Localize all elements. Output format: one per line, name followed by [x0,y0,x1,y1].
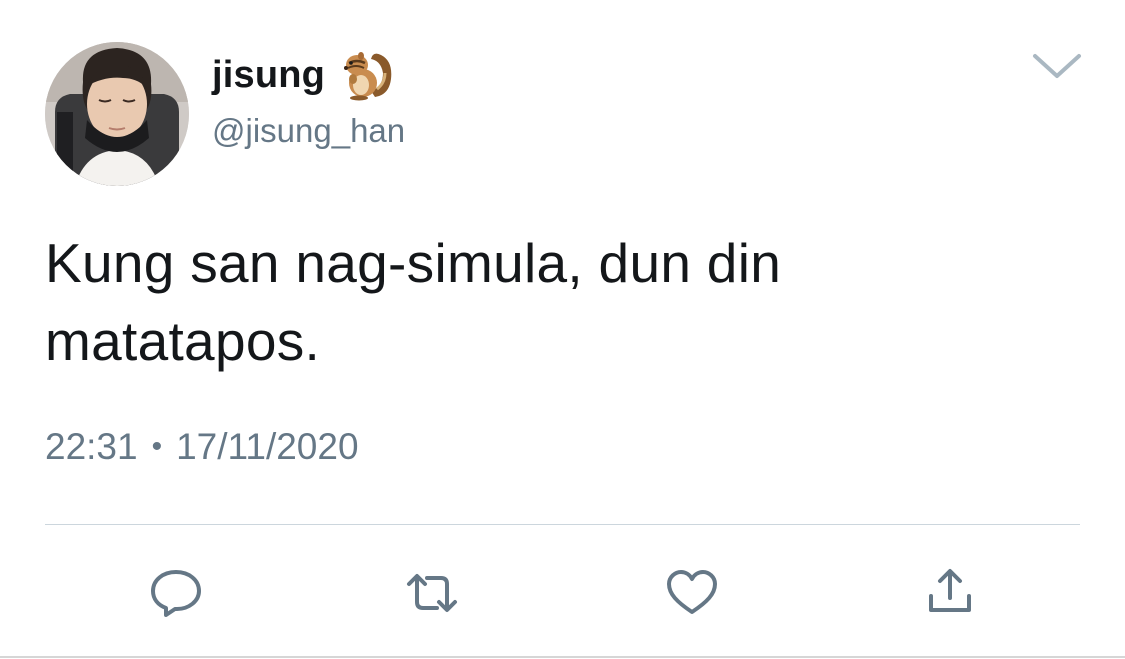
chipmunk-emoji-icon [337,49,395,101]
user-handle[interactable]: @jisung_han [212,112,405,150]
tweet-date: 17/11/2020 [176,426,359,467]
speech-bubble-icon [151,570,201,617]
tweet-timestamp[interactable]: 22:31 • 17/11/2020 [45,426,359,468]
avatar-photo [45,42,189,186]
tweet-card: jisung @jisung_han Kung san nag-simula, … [0,0,1125,659]
display-name-row: jisung [212,49,395,101]
heart-icon [667,570,717,614]
tweet-text-line: matatapos. [45,310,321,372]
bottom-divider [0,656,1125,658]
timestamp-separator: • [151,430,163,463]
retweet-arrows-icon [407,574,457,612]
avatar[interactable] [45,42,189,186]
retweet-button[interactable] [405,568,459,618]
reply-button[interactable] [149,568,203,618]
chevron-down-icon[interactable] [1031,50,1083,82]
tweet-text-line: Kung san nag-simula, dun din [45,232,782,294]
share-button[interactable] [923,568,977,618]
tweet-text: Kung san nag-simula, dun din matatapos. [45,224,1045,380]
like-button[interactable] [665,568,719,618]
tweet-time: 22:31 [45,426,138,467]
share-upload-icon [929,569,971,612]
divider [45,524,1080,525]
display-name[interactable]: jisung [212,54,325,97]
